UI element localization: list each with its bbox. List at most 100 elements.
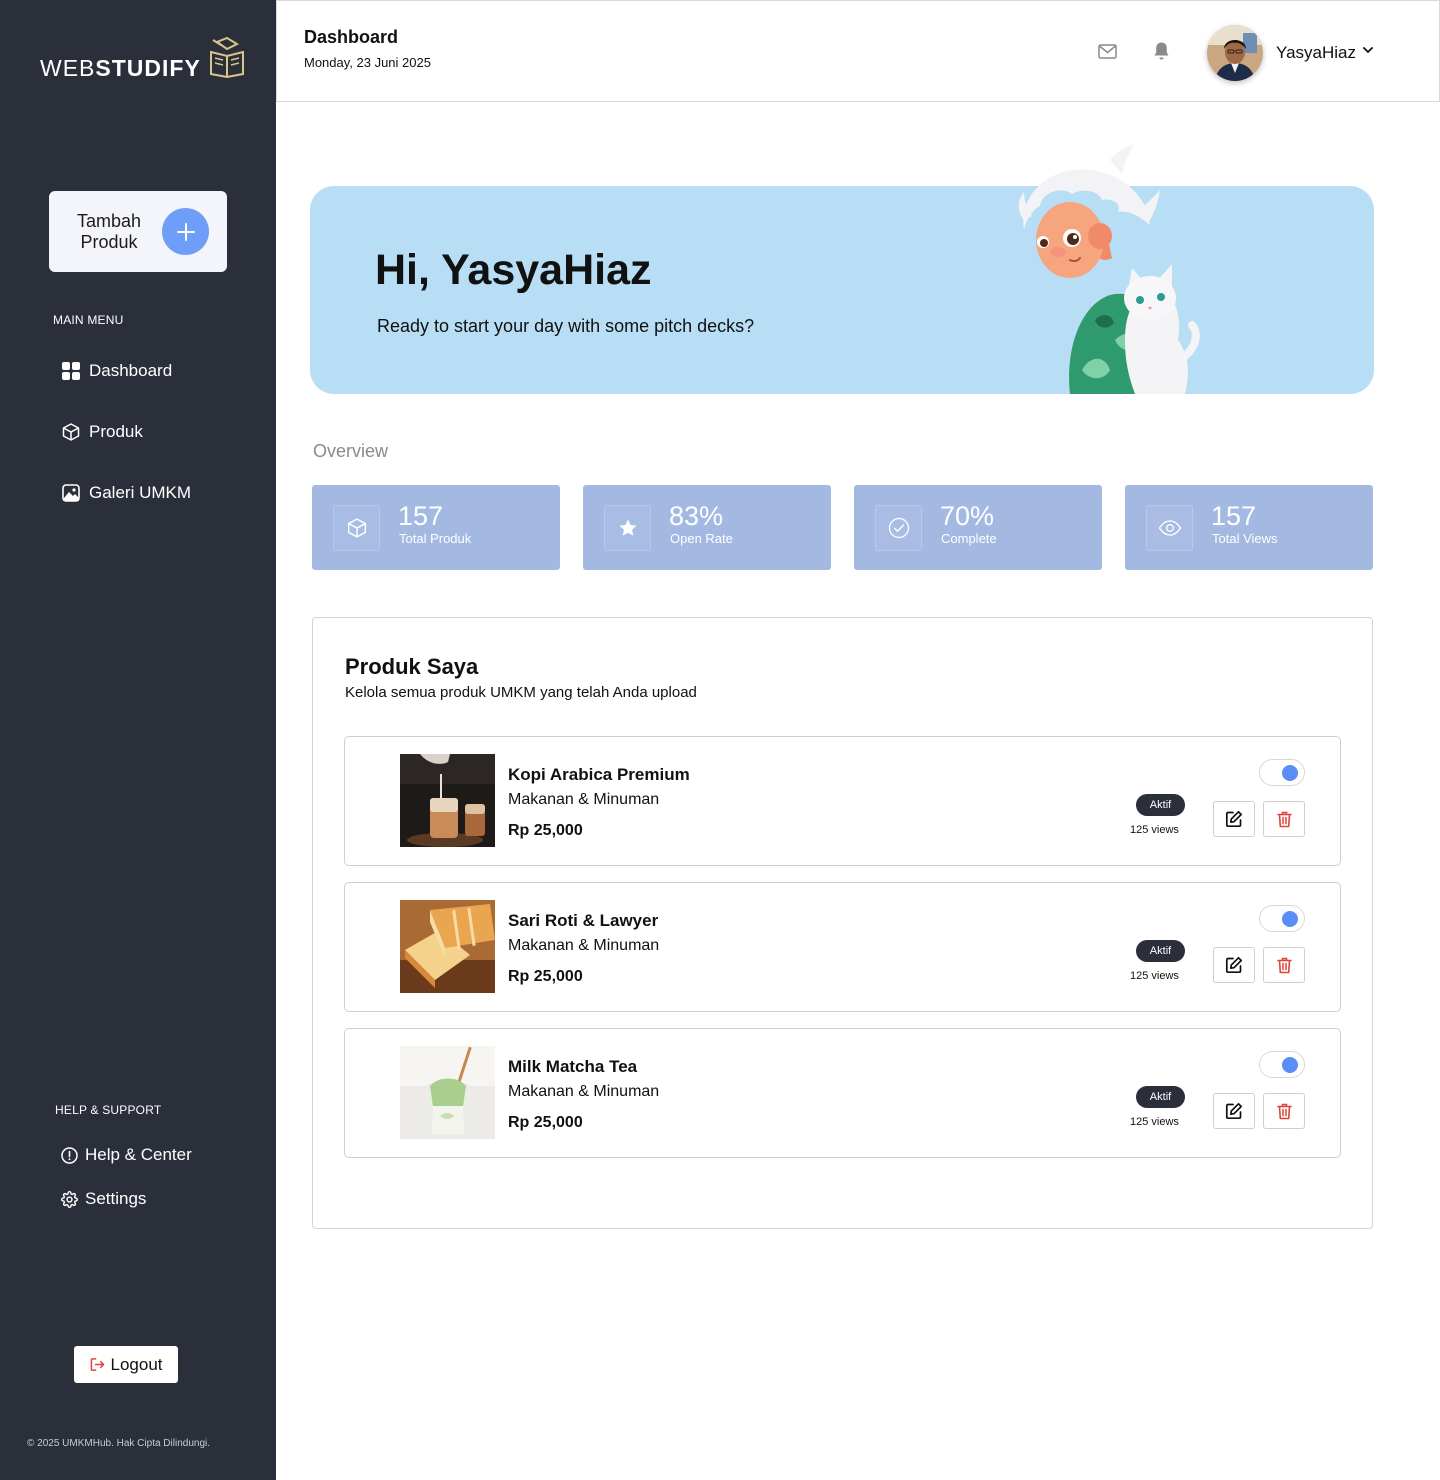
- edit-button[interactable]: [1213, 1093, 1255, 1129]
- product-image: [400, 1046, 495, 1139]
- trash-icon: [1276, 1103, 1292, 1119]
- stat-label: Total Views: [1212, 531, 1278, 546]
- add-product-button[interactable]: Tambah Produk: [49, 191, 227, 272]
- toggle-knob: [1282, 1057, 1298, 1073]
- sidebar-item-galeri[interactable]: Galeri UMKM: [62, 483, 191, 503]
- product-name[interactable]: Sari Roti & Lawyer: [508, 911, 658, 931]
- logout-icon: [90, 1358, 104, 1371]
- product-category: Makanan & Minuman: [508, 1083, 660, 1100]
- product-name[interactable]: Milk Matcha Tea: [508, 1057, 637, 1077]
- stat-value: 83%: [669, 501, 724, 531]
- bell-icon[interactable]: [1153, 41, 1170, 61]
- stat-card-complete: 70% Complete: [854, 485, 1102, 570]
- stat-label: Total Produk: [399, 531, 472, 546]
- grid-icon: [62, 362, 80, 380]
- app-root: WEBSTUDIFY Tambah Produk MAIN MENU Dashb…: [0, 0, 1440, 1480]
- sidebar-item-dashboard[interactable]: Dashboard: [62, 361, 172, 381]
- product-price: Rp 25,000: [508, 822, 583, 839]
- copyright-text: © 2025 UMKMHub. Hak Cipta Dilindungi.: [27, 1438, 211, 1449]
- welcome-banner: Hi, YasyaHiaz Ready to start your day wi…: [310, 186, 1374, 394]
- sidebar-item-label: Help & Center: [85, 1145, 192, 1164]
- stat-card-total-produk: 157 Total Produk: [312, 485, 560, 570]
- product-row[interactable]: Sari Roti & Lawyer Makanan & Minuman Rp …: [344, 882, 1341, 1012]
- add-product-label: Tambah Produk: [76, 210, 142, 252]
- main-menu-label: MAIN MENU: [53, 313, 124, 327]
- welcome-title: Hi, YasyaHiaz: [375, 246, 652, 294]
- product-image: [400, 754, 495, 847]
- product-category: Makanan & Minuman: [508, 791, 660, 808]
- overview-heading: Overview: [313, 441, 389, 461]
- product-category: Makanan & Minuman: [508, 937, 660, 954]
- sidebar-item-label: Dashboard: [89, 361, 173, 380]
- stat-card-open-rate: 83% Open Rate: [583, 485, 831, 570]
- box-icon: [62, 423, 80, 441]
- status-badge: Aktif: [1136, 1086, 1185, 1108]
- brand-logo[interactable]: WEBSTUDIFY: [40, 36, 247, 80]
- product-views: 125 views: [1130, 1116, 1179, 1128]
- edit-icon: [1225, 956, 1243, 974]
- toggle-knob: [1282, 765, 1298, 781]
- header-date: Monday, 23 Juni 2025: [304, 55, 431, 70]
- box-icon: [333, 505, 380, 551]
- stat-label: Open Rate: [670, 531, 733, 546]
- gear-icon: [61, 1190, 78, 1208]
- active-toggle[interactable]: [1259, 905, 1305, 932]
- character-illustration: [1018, 144, 1200, 394]
- trash-icon: [1276, 811, 1292, 827]
- sidebar-item-help[interactable]: Help & Center: [61, 1145, 192, 1165]
- book-logo-icon: [209, 36, 244, 78]
- star-icon: [604, 505, 651, 551]
- stat-value: 70%: [940, 501, 995, 531]
- welcome-subtitle: Ready to start your day with some pitch …: [377, 316, 755, 336]
- products-title: Produk Saya: [345, 654, 479, 679]
- trash-icon: [1276, 957, 1292, 973]
- product-name[interactable]: Kopi Arabica Premium: [508, 765, 690, 785]
- avatar-photo: [1207, 25, 1263, 81]
- logo-text: WEBSTUDIFY: [40, 55, 201, 81]
- active-toggle[interactable]: [1259, 759, 1305, 786]
- logout-label: Logout: [110, 1354, 163, 1374]
- edit-icon: [1225, 1102, 1243, 1120]
- active-toggle[interactable]: [1259, 1051, 1305, 1078]
- stat-card-total-views: 157 Total Views: [1125, 485, 1373, 570]
- chevron-down-icon[interactable]: [1363, 47, 1373, 54]
- delete-button[interactable]: [1263, 801, 1305, 837]
- product-views: 125 views: [1130, 970, 1179, 982]
- sidebar-item-produk[interactable]: Produk: [62, 422, 143, 442]
- gallery-icon: [62, 484, 80, 502]
- plus-icon: [162, 208, 209, 255]
- sidebar-item-settings[interactable]: Settings: [61, 1189, 146, 1209]
- eye-icon: [1146, 505, 1193, 551]
- my-products-panel: Produk Saya Kelola semua produk UMKM yan…: [312, 617, 1373, 1229]
- sidebar: WEBSTUDIFY Tambah Produk MAIN MENU Dashb…: [0, 0, 276, 1480]
- status-badge: Aktif: [1136, 794, 1185, 816]
- stat-label: Complete: [941, 531, 997, 546]
- toggle-knob: [1282, 911, 1298, 927]
- product-price: Rp 25,000: [508, 968, 583, 985]
- check-circle-icon: [875, 505, 922, 551]
- stat-value: 157: [398, 501, 444, 531]
- status-badge: Aktif: [1136, 940, 1185, 962]
- logout-button[interactable]: Logout: [74, 1346, 178, 1383]
- edit-button[interactable]: [1213, 801, 1255, 837]
- edit-button[interactable]: [1213, 947, 1255, 983]
- product-row[interactable]: Milk Matcha Tea Makanan & Minuman Rp 25,…: [344, 1028, 1341, 1158]
- delete-button[interactable]: [1263, 947, 1305, 983]
- sidebar-item-label: Produk: [89, 422, 143, 441]
- product-image: [400, 900, 495, 993]
- delete-button[interactable]: [1263, 1093, 1305, 1129]
- mail-icon[interactable]: [1098, 44, 1117, 59]
- sidebar-item-label: Settings: [85, 1189, 147, 1208]
- products-subtitle: Kelola semua produk UMKM yang telah Anda…: [345, 684, 697, 701]
- product-row[interactable]: Kopi Arabica Premium Makanan & Minuman R…: [344, 736, 1341, 866]
- username[interactable]: YasyaHiaz: [1276, 43, 1356, 63]
- product-price: Rp 25,000: [508, 1114, 583, 1131]
- product-views: 125 views: [1130, 824, 1179, 836]
- help-support-label: HELP & SUPPORT: [55, 1103, 162, 1117]
- edit-icon: [1225, 810, 1243, 828]
- stat-value: 157: [1211, 501, 1257, 531]
- info-icon: [61, 1146, 78, 1164]
- sidebar-item-label: Galeri UMKM: [89, 483, 192, 502]
- top-header: Dashboard Monday, 23 Juni 2025 YasyaHiaz: [276, 0, 1440, 102]
- user-avatar[interactable]: [1207, 25, 1263, 81]
